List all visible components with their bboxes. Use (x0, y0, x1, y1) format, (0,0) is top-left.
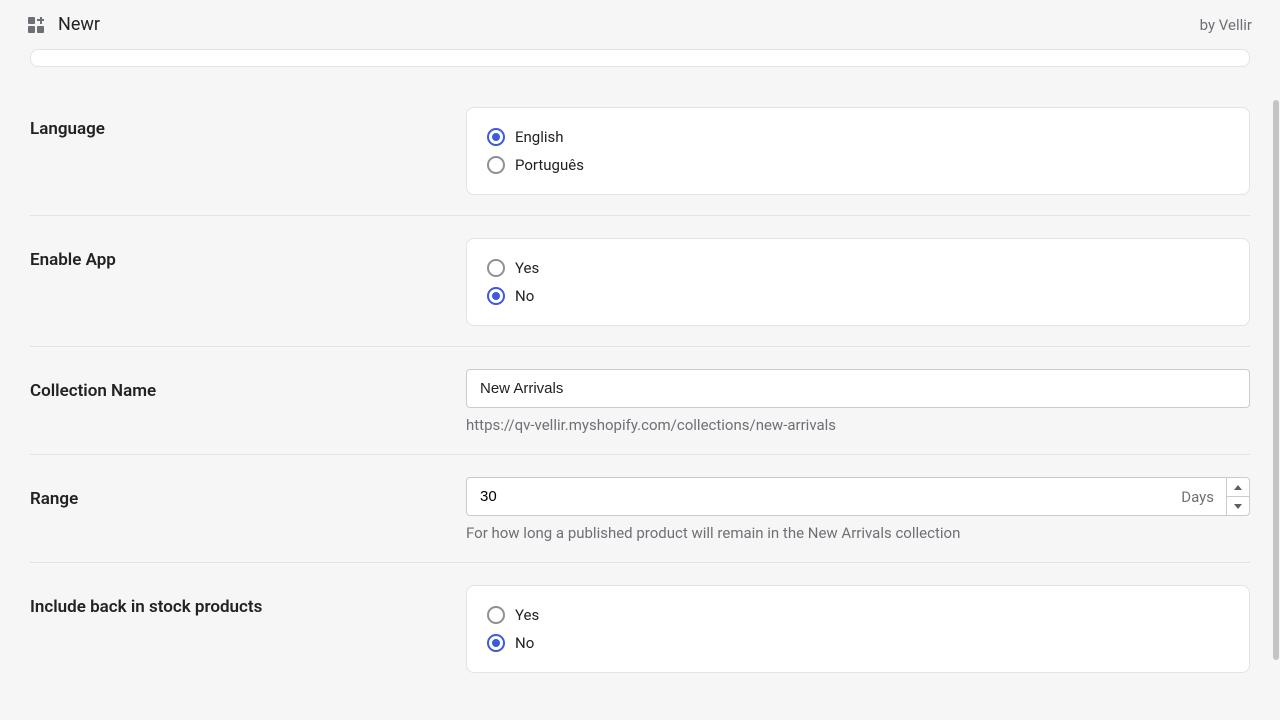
scrollbar-thumb[interactable] (1273, 100, 1279, 660)
section-label-enable-app: Enable App (30, 238, 446, 326)
radio-group-back-in-stock: Yes No (487, 606, 1229, 652)
range-input-row: Days (466, 477, 1250, 516)
radio-label: Yes (515, 259, 539, 277)
section-collection-name: Collection Name https://qv-vellir.myshop… (30, 369, 1250, 455)
radio-label: Português (515, 156, 584, 174)
range-input[interactable] (466, 477, 1169, 516)
section-enable-app: Enable App Yes No (30, 238, 1250, 347)
radio-group-language: English Português (487, 128, 1229, 174)
radio-icon (487, 259, 505, 277)
radio-language-portugues[interactable]: Português (487, 156, 1229, 174)
radio-enable-yes[interactable]: Yes (487, 259, 1229, 277)
radio-icon (487, 606, 505, 624)
scrollbar-track (1272, 0, 1280, 720)
collection-name-input[interactable] (466, 369, 1250, 408)
range-suffix: Days (1169, 477, 1226, 516)
collection-url-helper: https://qv-vellir.myshopify.com/collecti… (466, 416, 1250, 434)
stepper-down-button[interactable] (1227, 497, 1249, 515)
section-language: Language English Português (30, 107, 1250, 216)
radio-label: English (515, 128, 564, 146)
stepper-up-button[interactable] (1227, 478, 1249, 497)
radio-back-in-stock-yes[interactable]: Yes (487, 606, 1229, 624)
section-range: Range Days For how long a published prod… (30, 477, 1250, 563)
radio-icon (487, 128, 505, 146)
main-content: Language English Português Enable App (0, 49, 1280, 693)
section-label-language: Language (30, 107, 446, 195)
radio-group-enable-app: Yes No (487, 259, 1229, 305)
range-stepper (1226, 477, 1250, 516)
section-back-in-stock: Include back in stock products Yes No (30, 585, 1250, 693)
section-label-collection-name: Collection Name (30, 369, 446, 434)
app-grid-icon (28, 17, 44, 33)
radio-back-in-stock-no[interactable]: No (487, 634, 1229, 652)
radio-enable-no[interactable]: No (487, 287, 1229, 305)
header-left: Newr (28, 14, 100, 35)
card-enable-app: Yes No (466, 238, 1250, 326)
chevron-up-icon (1234, 485, 1242, 490)
chevron-down-icon (1234, 504, 1242, 509)
radio-language-english[interactable]: English (487, 128, 1229, 146)
card-language: English Português (466, 107, 1250, 195)
section-label-back-in-stock: Include back in stock products (30, 585, 446, 673)
radio-label: No (515, 287, 534, 305)
radio-label: No (515, 634, 534, 652)
radio-icon (487, 287, 505, 305)
app-header: Newr by Vellir (0, 0, 1280, 49)
app-by-line: by Vellir (1200, 16, 1252, 34)
card-back-in-stock: Yes No (466, 585, 1250, 673)
partial-card-top (30, 49, 1250, 67)
radio-label: Yes (515, 606, 539, 624)
range-helper: For how long a published product will re… (466, 524, 1250, 542)
app-name: Newr (58, 14, 100, 35)
section-label-range: Range (30, 477, 446, 542)
radio-icon (487, 156, 505, 174)
radio-icon (487, 634, 505, 652)
